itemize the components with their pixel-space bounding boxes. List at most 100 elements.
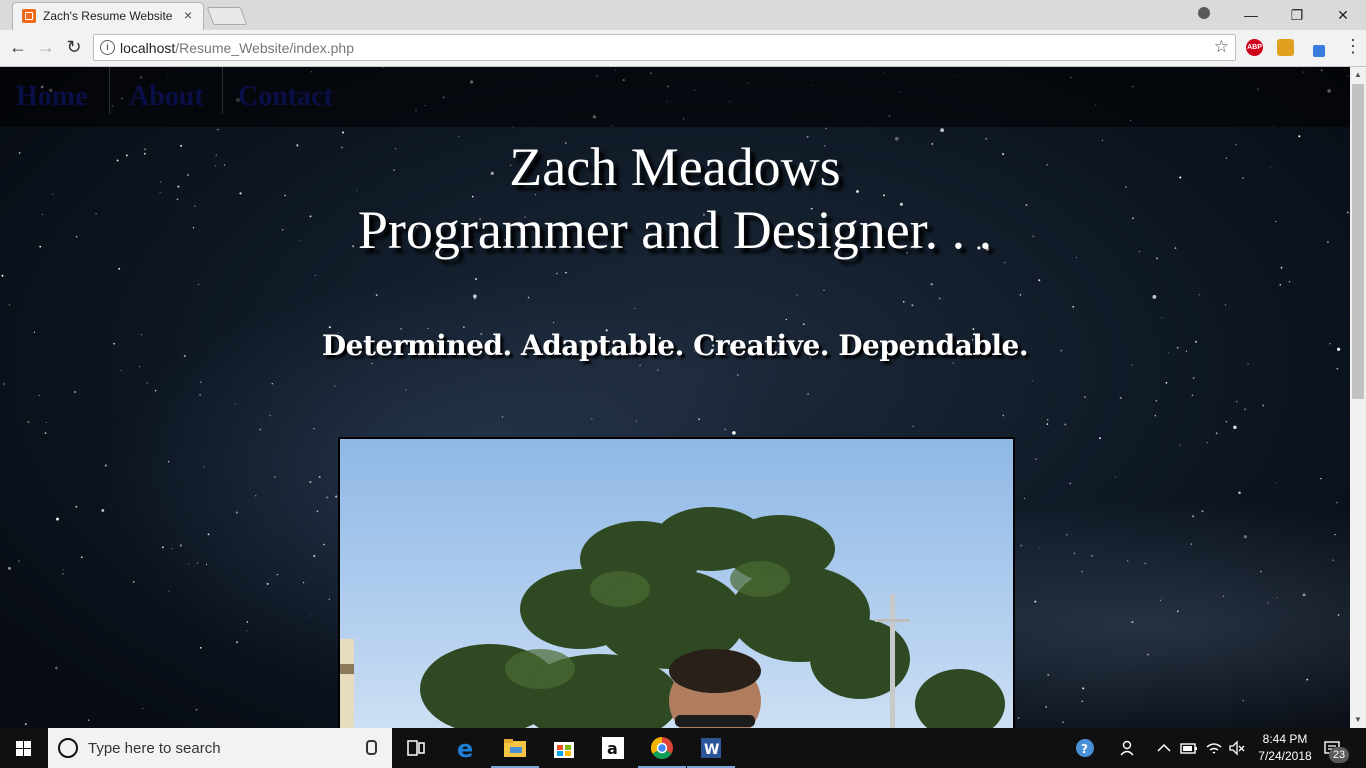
nav-link-contact[interactable]: Contact [238, 81, 333, 113]
tagline: Determined. Adaptable. Creative. Dependa… [321, 329, 1029, 362]
star [234, 403, 236, 405]
url-text[interactable]: localhost/Resume_Website/index.php [120, 40, 354, 56]
reload-button[interactable]: ↻ [62, 36, 86, 60]
star [952, 362, 954, 364]
star [656, 369, 659, 371]
star [38, 394, 40, 397]
page-viewport: Home About Contact Zach Meadows Programm… [0, 67, 1350, 728]
adblock-plus-icon[interactable]: ABP [1246, 39, 1263, 56]
search-placeholder: Type here to search [88, 740, 221, 757]
profile-icon[interactable] [1198, 7, 1210, 19]
star [1031, 380, 1034, 382]
star [335, 495, 338, 498]
site-nav-bar: Home About Contact [0, 67, 1350, 127]
star [323, 543, 325, 546]
new-tab-button[interactable] [206, 7, 248, 25]
taskbar-search-box[interactable]: Type here to search [48, 728, 392, 768]
chrome-icon[interactable] [638, 728, 686, 768]
page-scrollbar[interactable]: ▲ ▼ [1350, 67, 1366, 728]
star [1046, 423, 1049, 425]
minimize-button[interactable]: — [1228, 3, 1274, 27]
star [207, 533, 210, 536]
star [309, 615, 311, 617]
star [1192, 515, 1195, 518]
forward-button[interactable]: → [34, 36, 58, 60]
star [269, 415, 271, 417]
scroll-thumb[interactable] [1352, 84, 1364, 399]
star [1047, 419, 1049, 421]
color-picker-icon[interactable] [1277, 39, 1294, 56]
browser-tab[interactable]: Zach's Resume Website × [12, 2, 204, 30]
word-icon[interactable]: W [687, 728, 735, 768]
help-icon[interactable]: ? [1075, 738, 1095, 758]
star [255, 495, 257, 497]
bookmark-star-icon[interactable]: ☆ [1214, 37, 1229, 57]
site-info-icon[interactable]: i [100, 40, 115, 55]
star [1302, 593, 1306, 597]
star [326, 496, 329, 499]
star [142, 707, 144, 710]
browser-tab-strip: Zach's Resume Website × — ❐ ✕ [0, 0, 1366, 30]
volume-muted-icon[interactable] [1227, 738, 1247, 758]
star [1334, 533, 1336, 536]
star [1073, 552, 1076, 555]
star [1091, 554, 1094, 557]
star [200, 381, 202, 383]
taskbar-clock-time[interactable]: 8:44 PM [1252, 732, 1318, 746]
eyedropper-icon[interactable] [1313, 45, 1325, 57]
star [309, 481, 312, 484]
close-window-button[interactable]: ✕ [1320, 3, 1366, 27]
address-bar[interactable]: i localhost/Resume_Website/index.php ☆ [93, 34, 1236, 61]
star [802, 323, 805, 326]
amazon-icon[interactable]: a [589, 728, 637, 768]
star [1243, 535, 1248, 539]
nav-divider [222, 67, 223, 114]
star [1244, 408, 1247, 411]
show-hidden-icons-icon[interactable] [1154, 738, 1174, 758]
star [104, 464, 107, 467]
star [724, 428, 726, 431]
scroll-up-arrow-icon[interactable]: ▲ [1350, 67, 1366, 83]
star [1260, 570, 1262, 573]
star [1081, 700, 1084, 703]
star [1165, 382, 1168, 384]
close-tab-icon[interactable]: × [184, 7, 192, 23]
restore-button[interactable]: ❐ [1274, 3, 1320, 27]
star [1192, 377, 1195, 379]
star [18, 560, 20, 562]
star [1242, 700, 1244, 702]
taskbar-clock-date[interactable]: 7/24/2018 [1252, 749, 1318, 763]
people-icon[interactable] [1119, 738, 1139, 758]
star [565, 271, 567, 274]
star [1035, 458, 1037, 460]
star [1161, 316, 1163, 318]
edge-icon[interactable]: e [443, 728, 491, 768]
wifi-icon[interactable] [1204, 738, 1224, 758]
battery-icon[interactable] [1179, 738, 1199, 758]
star [1154, 415, 1156, 417]
back-button[interactable]: ← [6, 36, 30, 60]
star [8, 304, 11, 306]
star [1047, 673, 1050, 676]
scroll-down-arrow-icon[interactable]: ▼ [1350, 712, 1366, 728]
file-explorer-icon[interactable] [491, 728, 539, 768]
star [171, 547, 173, 550]
nav-link-about[interactable]: About [129, 81, 204, 113]
xampp-favicon-icon [22, 9, 36, 23]
star [88, 719, 90, 721]
star [276, 573, 279, 576]
microphone-icon[interactable] [366, 740, 377, 755]
start-button[interactable] [0, 728, 48, 768]
star [553, 322, 555, 324]
star [902, 300, 905, 303]
browser-menu-icon[interactable]: ⋮ [1344, 36, 1362, 57]
task-view-icon[interactable] [392, 728, 440, 768]
nav-link-home[interactable]: Home [16, 81, 88, 113]
star [1038, 547, 1040, 549]
store-icon[interactable] [540, 728, 588, 768]
star [736, 374, 739, 377]
star [405, 389, 407, 391]
star [199, 394, 201, 396]
star [1062, 721, 1064, 723]
svg-text:a: a [607, 739, 618, 758]
